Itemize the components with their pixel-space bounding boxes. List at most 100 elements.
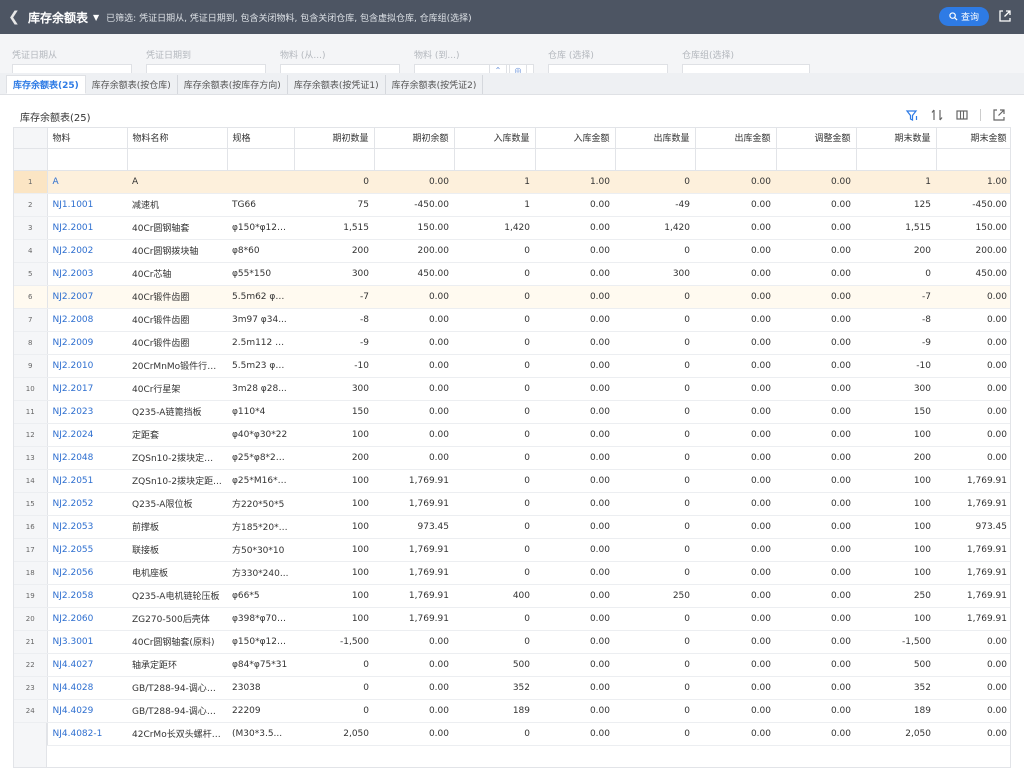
table-row[interactable]: 19 NJ2.2058 Q235-A电机链轮压板 φ66*5 100 1,769.91 40… [14, 584, 1010, 608]
table-cell: φ66*5 [227, 584, 294, 608]
table-row[interactable]: 10 NJ2.2017 40Cr行星架 3m28 φ28... 300 0.00 0 0.00… [14, 377, 1010, 401]
table-row[interactable]: 23 NJ4.4028 GB/T288-94-调心滚... 23038 0 0.00 352… [14, 676, 1010, 700]
column-filter-cell[interactable] [776, 148, 857, 171]
column-header[interactable]: 物料 [47, 128, 128, 149]
material-code-link[interactable]: NJ1.1001 [47, 193, 127, 217]
table-cell: 方50*30*10 [227, 538, 294, 562]
table-cell: 0.00 [776, 653, 856, 677]
table-row[interactable]: 18 NJ2.2056 电机座板 方330*240... 100 1,769.91 0 0.0… [14, 561, 1010, 585]
column-header[interactable]: 出库金额 [695, 128, 777, 149]
material-code-link[interactable]: NJ2.2023 [47, 400, 127, 424]
table-cell: 1.00 [936, 170, 1010, 194]
table-row[interactable]: 16 NJ2.2053 前撑板 方185*20*10 100 973.45 0 0.00 0 0.… [14, 515, 1010, 539]
table-cell: 40Cr圆钢轴套(原料) [127, 630, 227, 654]
table-row[interactable]: 3 NJ2.2001 40Cr圆钢轴套 φ150*φ120... 1,515 150.00… [14, 216, 1010, 240]
material-code-link[interactable]: NJ2.2058 [47, 584, 127, 608]
page-title[interactable]: 库存余额表 [28, 9, 88, 26]
table-row[interactable]: 9 NJ2.2010 20CrMnMo锻件行星轮 5.5m23 φ1... -10 0.0… [14, 354, 1010, 378]
column-filter-cell[interactable] [695, 148, 777, 171]
table-row[interactable]: 2 NJ1.1001 减速机 TG66 75 -450.00 1 0.00 -49 0.00 0.0… [14, 193, 1010, 217]
column-filter-cell[interactable] [936, 148, 1010, 171]
material-code-link[interactable]: NJ2.2060 [47, 607, 127, 631]
table-row[interactable]: 7 NJ2.2008 40Cr锻件齿圈 3m97 φ34... -8 0.00 0 0.00 0… [14, 308, 1010, 332]
table-cell: 0 [615, 561, 695, 585]
column-header[interactable]: 物料名称 [127, 128, 228, 149]
table-row[interactable]: 21 NJ3.3001 40Cr圆钢轴套(原料) φ150*φ120... -1,500… [14, 630, 1010, 654]
table-cell: 0 [615, 492, 695, 516]
export-icon[interactable] [992, 108, 1006, 122]
column-filter-cell[interactable] [615, 148, 696, 171]
column-filter-cell[interactable] [374, 148, 455, 171]
table-row[interactable]: 22 NJ4.4027 轴承定距环 φ84*φ75*31 0 0.00 500 0.00 0 0.… [14, 653, 1010, 677]
filter-icon[interactable] [905, 108, 919, 122]
material-code-link[interactable]: NJ2.2003 [47, 262, 127, 286]
table-cell: 0.00 [374, 699, 454, 723]
column-header[interactable]: 出库数量 [615, 128, 696, 149]
table-cell: 1,769.91 [374, 538, 454, 562]
query-button[interactable]: 查询 [939, 7, 989, 26]
column-header[interactable]: 期末金额 [936, 128, 1010, 149]
table-row[interactable]: 25NJ4.4082-142CrMo长双头螺杆(...(M30*3.5...2,… [14, 722, 1010, 746]
column-header[interactable]: 规格 [227, 128, 295, 149]
column-filter-cell[interactable] [127, 148, 228, 171]
back-arrow-icon[interactable]: ❮ [0, 9, 28, 25]
table-row[interactable]: 4 NJ2.2002 40Cr圆钢拨块轴 φ8*60 200 200.00 0 0.00 0 0.… [14, 239, 1010, 263]
material-code-link[interactable]: NJ2.2024 [47, 423, 127, 447]
table-cell: 100 [856, 515, 936, 539]
table-row[interactable]: 15 NJ2.2052 Q235-A限位板 方220*50*5 100 1,769.91 0… [14, 492, 1010, 516]
table-row[interactable]: 1 A A 0 0.00 1 1.00 0 0.00 0.00 1 1.00 [14, 170, 1010, 194]
table-row[interactable]: 24 NJ4.4029 GB/T288-94-调心滚... 22209 0 0.00 189… [14, 699, 1010, 723]
material-code-link[interactable]: NJ2.2001 [47, 216, 127, 240]
column-header[interactable]: 期末数量 [856, 128, 937, 149]
column-filter-cell[interactable] [47, 148, 128, 171]
material-code-link[interactable]: NJ2.2055 [47, 538, 127, 562]
material-code-link[interactable]: A [47, 170, 127, 194]
columns-icon[interactable] [955, 108, 969, 122]
material-code-link[interactable]: NJ2.2002 [47, 239, 127, 263]
column-filter-cell[interactable] [227, 148, 295, 171]
table-row[interactable]: 13 NJ2.2048 ZQSn10-2拨块定距管 φ25*φ8*29.5 200 0.0… [14, 446, 1010, 470]
table-row[interactable]: 14 NJ2.2051 ZQSn10-2拨块定距... φ25*M16*10 100 1,… [14, 469, 1010, 493]
column-filter-cell[interactable] [294, 148, 375, 171]
material-code-link[interactable]: NJ2.2048 [47, 446, 127, 470]
material-code-link[interactable]: NJ2.2056 [47, 561, 127, 585]
table-cell: -7 [294, 285, 374, 309]
tab-by-warehouse[interactable]: 库存余额表(按仓库) [86, 75, 178, 94]
material-code-link[interactable]: NJ3.3001 [47, 630, 127, 654]
column-header[interactable]: 入库数量 [454, 128, 536, 149]
column-header[interactable]: 入库金额 [535, 128, 616, 149]
table-row[interactable]: 8 NJ2.2009 40Cr锻件齿圈 2.5m112 φ... -9 0.00 0 0.00… [14, 331, 1010, 355]
material-code-link[interactable]: NJ4.4029 [47, 699, 127, 723]
material-code-link[interactable]: NJ2.2052 [47, 492, 127, 516]
sort-icon[interactable] [930, 108, 944, 122]
table-row[interactable]: 5 NJ2.2003 40Cr芯轴 φ55*150 300 450.00 0 0.00 300 0… [14, 262, 1010, 286]
column-header[interactable]: 期初数量 [294, 128, 375, 149]
table-row[interactable]: 20 NJ2.2060 ZG270-500后壳体 φ398*φ70*88 100 1,76… [14, 607, 1010, 631]
table-row[interactable]: 6 NJ2.2007 40Cr锻件齿圈 5.5m62 φ4... -7 0.00 0 0.00… [14, 285, 1010, 309]
material-code-link[interactable]: NJ2.2009 [47, 331, 127, 355]
material-code-link[interactable]: NJ2.2051 [47, 469, 127, 493]
material-code-link[interactable]: NJ2.2008 [47, 308, 127, 332]
material-code-link[interactable]: NJ4.4027 [47, 653, 127, 677]
column-filter-cell[interactable] [535, 148, 616, 171]
column-filter-cell[interactable] [856, 148, 937, 171]
column-header[interactable]: 调整金额 [776, 128, 857, 149]
material-code-link[interactable]: NJ2.2017 [47, 377, 127, 401]
table-row[interactable]: 12 NJ2.2024 定距套 φ40*φ30*22 100 0.00 0 0.00 0 0.00… [14, 423, 1010, 447]
table-row[interactable]: 11 NJ2.2023 Q235-A链篦挡板 φ110*4 150 0.00 0 0.00 0 0… [14, 400, 1010, 424]
table-cell: 前撑板 [127, 515, 227, 539]
material-code-link[interactable]: NJ4.4028 [47, 676, 127, 700]
tab-by-voucher-1[interactable]: 库存余额表(按凭证1) [288, 75, 386, 94]
column-filter-cell[interactable] [454, 148, 536, 171]
tab-balance[interactable]: 库存余额表(25) [6, 75, 86, 94]
title-dropdown-icon[interactable]: ▼ [93, 13, 99, 22]
tab-by-direction[interactable]: 库存余额表(按库存方向) [178, 75, 288, 94]
material-code-link[interactable]: NJ4.4082-1 [47, 722, 127, 746]
material-code-link[interactable]: NJ2.2007 [47, 285, 127, 309]
tab-by-voucher-2[interactable]: 库存余额表(按凭证2) [386, 75, 484, 94]
table-row[interactable]: 17 NJ2.2055 联接板 方50*30*10 100 1,769.91 0 0.00 0 0… [14, 538, 1010, 562]
material-code-link[interactable]: NJ2.2010 [47, 354, 127, 378]
material-code-link[interactable]: NJ2.2053 [47, 515, 127, 539]
open-external-icon[interactable] [998, 9, 1012, 23]
column-header[interactable]: 期初余额 [374, 128, 455, 149]
